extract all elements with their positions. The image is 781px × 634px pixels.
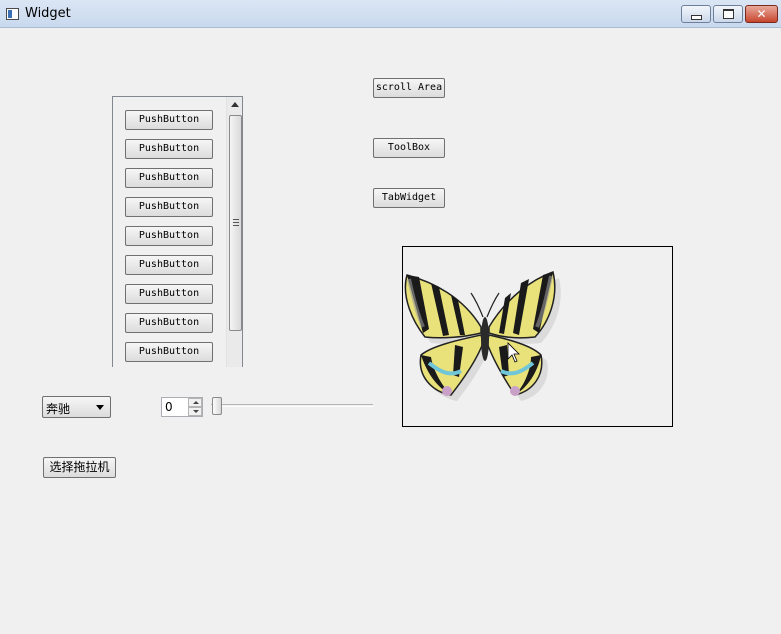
minimize-button[interactable] — [681, 5, 711, 23]
slider-groove — [211, 404, 373, 407]
minimize-icon — [682, 6, 710, 22]
scrollbar-thumb[interactable] — [229, 115, 242, 331]
push-button-2[interactable]: PushButton — [125, 139, 213, 159]
push-button-1[interactable]: PushButton — [125, 110, 213, 130]
toolbox-button[interactable]: ToolBox — [373, 138, 445, 158]
scroll-up-icon[interactable] — [231, 102, 239, 107]
push-button-4[interactable]: PushButton — [125, 197, 213, 217]
scroll-area[interactable]: PushButton PushButton PushButton PushBut… — [112, 96, 243, 367]
close-icon: ✕ — [756, 7, 767, 21]
select-tractor-button[interactable]: 选择拖拉机 — [43, 457, 116, 478]
car-brand-combobox[interactable]: 奔驰 — [42, 396, 111, 418]
value-slider[interactable] — [211, 396, 373, 416]
maximize-button[interactable] — [713, 5, 743, 23]
vertical-scrollbar[interactable] — [226, 97, 242, 367]
spin-up-icon[interactable] — [188, 398, 202, 407]
title-bar[interactable]: Widget ✕ — [0, 0, 781, 28]
scroll-area-button[interactable]: scroll Area — [373, 78, 445, 98]
close-button[interactable]: ✕ — [745, 5, 778, 23]
grip-icon — [233, 219, 239, 226]
push-button-3[interactable]: PushButton — [125, 168, 213, 188]
tabwidget-button[interactable]: TabWidget — [373, 188, 445, 208]
app-icon — [6, 8, 19, 20]
push-button-5[interactable]: PushButton — [125, 226, 213, 246]
combobox-value: 奔驰 — [46, 402, 71, 416]
value-spinbox[interactable]: 0 — [161, 397, 203, 417]
image-label — [402, 246, 673, 427]
maximize-icon — [714, 6, 742, 22]
push-button-7[interactable]: PushButton — [125, 284, 213, 304]
butterfly-image — [404, 271, 561, 401]
push-button-8[interactable]: PushButton — [125, 313, 213, 333]
push-button-6[interactable]: PushButton — [125, 255, 213, 275]
spin-down-icon[interactable] — [188, 407, 202, 416]
dropdown-arrow-icon — [96, 405, 104, 410]
slider-handle[interactable] — [212, 397, 222, 415]
window-title: Widget — [25, 6, 71, 21]
push-button-9[interactable]: PushButton — [125, 342, 213, 362]
spinbox-value: 0 — [165, 400, 173, 414]
